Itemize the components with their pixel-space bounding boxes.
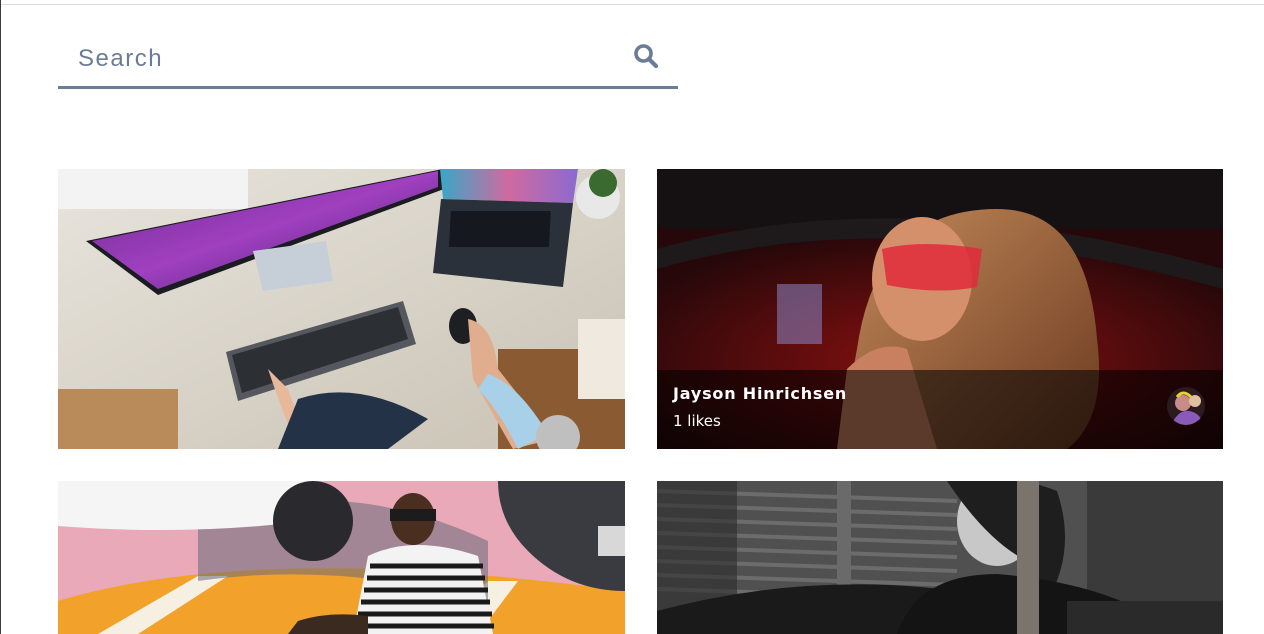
gallery-card[interactable] xyxy=(58,169,625,449)
author-name[interactable]: Jayson Hinrichsen xyxy=(673,384,847,403)
photo-woman-monochrome xyxy=(657,481,1223,634)
search-input[interactable] xyxy=(58,36,638,82)
likes-count: 1 likes xyxy=(673,412,721,430)
gallery-card[interactable] xyxy=(657,481,1223,634)
photo-man-striped-shirt xyxy=(58,481,625,634)
search-icon[interactable] xyxy=(630,40,662,72)
gallery-card[interactable] xyxy=(58,481,625,634)
photo-desk-workstation xyxy=(58,169,625,449)
left-border xyxy=(0,0,1,634)
search-bar xyxy=(58,36,678,89)
gallery-card[interactable]: Jayson Hinrichsen 1 likes xyxy=(657,169,1223,449)
user-avatar-icon[interactable] xyxy=(1167,387,1205,425)
card-info-overlay: Jayson Hinrichsen 1 likes xyxy=(657,370,1223,449)
top-divider xyxy=(0,4,1264,5)
